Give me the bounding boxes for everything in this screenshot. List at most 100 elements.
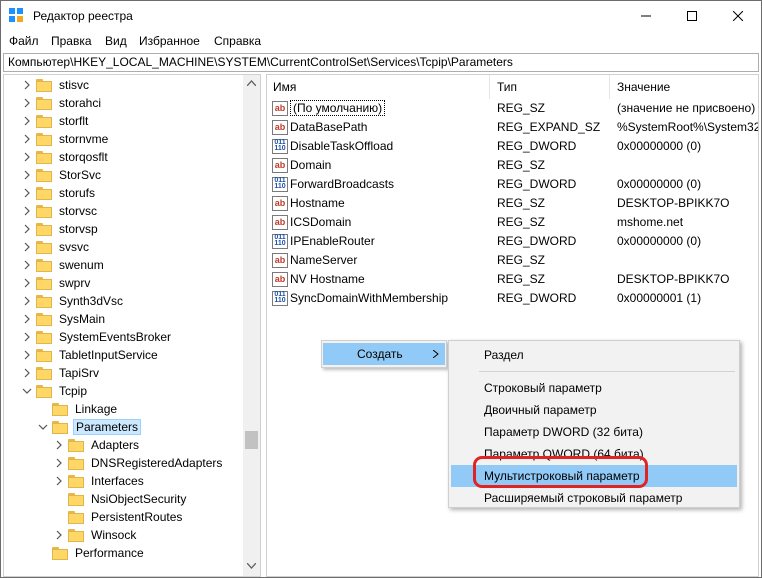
column-separator[interactable]: [609, 75, 610, 99]
scroll-up-arrow-icon[interactable]: [247, 80, 256, 86]
tree-item[interactable]: storvsc: [24, 202, 99, 220]
tree-item[interactable]: Synth3dVsc: [24, 292, 125, 310]
tree-item[interactable]: storufs: [24, 184, 97, 202]
maximize-button[interactable]: [669, 1, 715, 31]
chevron-right-icon[interactable]: [22, 134, 32, 144]
submenu-item[interactable]: Раздел: [451, 344, 737, 366]
tree-item[interactable]: TapiSrv: [24, 364, 101, 382]
tree-pane[interactable]: stisvc storahci storflt stornvme storqosflt S…: [3, 74, 261, 577]
tree-item-label: storufs: [59, 186, 96, 200]
tree-item[interactable]: swprv: [24, 274, 92, 292]
chevron-right-icon[interactable]: [22, 98, 32, 108]
tree-item[interactable]: SystemEventsBroker: [24, 328, 173, 346]
tree-item[interactable]: Performance: [52, 544, 146, 562]
context-menu-create[interactable]: Создать: [323, 343, 445, 365]
chevron-right-icon[interactable]: [22, 260, 32, 270]
tree-item[interactable]: swenum: [24, 256, 106, 274]
chevron-right-icon[interactable]: [22, 278, 32, 288]
menu-favorites[interactable]: Избранное: [139, 34, 200, 48]
chevron-right-icon[interactable]: [22, 296, 32, 306]
menu-view[interactable]: Вид: [105, 34, 127, 48]
chevron-right-icon[interactable]: [54, 530, 64, 540]
chevron-right-icon[interactable]: [22, 368, 32, 378]
chevron-right-icon[interactable]: [22, 314, 32, 324]
tree-item[interactable]: storflt: [24, 112, 90, 130]
tree-item[interactable]: Interfaces: [56, 472, 146, 490]
column-header-name[interactable]: Имя: [267, 75, 296, 99]
value-row[interactable]: 011 110 DisableTaskOffload REG_DWORD 0x0000…: [267, 137, 758, 156]
chevron-right-icon[interactable]: [54, 476, 64, 486]
value-row[interactable]: ab NameServer REG_SZ: [267, 251, 758, 270]
chevron-down-icon[interactable]: [38, 422, 48, 432]
tree-item[interactable]: stisvc: [24, 76, 91, 94]
chevron-right-icon[interactable]: [22, 188, 32, 198]
submenu-item[interactable]: Двоичный параметр: [451, 399, 737, 421]
tree-item[interactable]: Tcpip: [22, 382, 89, 400]
tree-item[interactable]: SysMain: [24, 310, 107, 328]
tree-item[interactable]: TabletInputService: [24, 346, 160, 364]
folder-icon: [68, 510, 84, 524]
tree-item[interactable]: svsvc: [24, 238, 91, 256]
value-row[interactable]: ab ICSDomain REG_SZ mshome.net: [267, 213, 758, 232]
value-row[interactable]: ab Domain REG_SZ: [267, 156, 758, 175]
tree-item[interactable]: storqosflt: [24, 148, 110, 166]
tree-vertical-scrollbar[interactable]: [243, 75, 260, 576]
value-row[interactable]: ab Hostname REG_SZ DESKTOP-BPIKK7O: [267, 194, 758, 213]
close-button[interactable]: [715, 1, 761, 31]
value-name-text: SyncDomainWithMembership: [290, 291, 449, 305]
chevron-right-icon[interactable]: [22, 350, 32, 360]
address-bar[interactable]: Компьютер\HKEY_LOCAL_MACHINE\SYSTEM\Curr…: [3, 53, 759, 72]
chevron-right-icon[interactable]: [22, 224, 32, 234]
menu-edit[interactable]: Правка: [51, 34, 92, 48]
tree-item[interactable]: Adapters: [56, 436, 141, 454]
value-data: 0x00000000 (0): [617, 234, 702, 248]
chevron-down-icon[interactable]: [22, 386, 32, 396]
value-type: REG_SZ: [497, 101, 546, 115]
value-row[interactable]: 011 110 SyncDomainWithMembership REG_DWORD…: [267, 289, 758, 308]
value-name-text: ICSDomain: [290, 215, 352, 229]
tree-item[interactable]: Winsock: [56, 526, 138, 544]
column-separator[interactable]: [489, 75, 490, 99]
tree-item[interactable]: StorSvc: [24, 166, 103, 184]
tree-item[interactable]: NsiObjectSecurity: [68, 490, 188, 508]
value-name-text: ForwardBroadcasts: [290, 177, 395, 191]
tree-item[interactable]: PersistentRoutes: [68, 508, 184, 526]
scroll-down-arrow-icon[interactable]: [247, 563, 256, 569]
menu-file[interactable]: Файл: [9, 34, 39, 48]
column-header-data[interactable]: Значение: [611, 75, 670, 99]
tree-item[interactable]: storahci: [24, 94, 103, 112]
value-data: 0x00000001 (1): [617, 291, 702, 305]
tree-item[interactable]: stornvme: [24, 130, 110, 148]
column-header-type[interactable]: Тип: [491, 75, 517, 99]
value-name: (По умолчанию): [290, 99, 488, 118]
chevron-right-icon[interactable]: [22, 242, 32, 252]
chevron-right-icon[interactable]: [22, 206, 32, 216]
tree-item[interactable]: DNSRegisteredAdapters: [56, 454, 224, 472]
chevron-right-icon[interactable]: [22, 80, 32, 90]
annotation-highlight-ring: [473, 456, 648, 488]
submenu-item[interactable]: Параметр DWORD (32 бита): [451, 421, 737, 443]
value-row[interactable]: 011 110 ForwardBroadcasts REG_DWORD 0x00000…: [267, 175, 758, 194]
chevron-right-icon[interactable]: [54, 440, 64, 450]
string-value-icon: ab: [272, 120, 288, 135]
chevron-right-icon[interactable]: [54, 458, 64, 468]
value-row[interactable]: ab DataBasePath REG_EXPAND_SZ %SystemRoot%\…: [267, 118, 758, 137]
chevron-right-icon[interactable]: [22, 170, 32, 180]
tree-item[interactable]: Parameters: [38, 418, 142, 436]
submenu-item[interactable]: Расширяемый строковый параметр: [451, 487, 737, 509]
value-row[interactable]: 011 110 IPEnableRouter REG_DWORD 0x00000000…: [267, 232, 758, 251]
value-row[interactable]: ab (По умолчанию) REG_SZ (значение не присв…: [267, 99, 758, 118]
chevron-right-icon[interactable]: [22, 152, 32, 162]
folder-icon: [68, 474, 84, 488]
menu-help[interactable]: Справка: [214, 34, 261, 48]
chevron-right-icon[interactable]: [22, 116, 32, 126]
chevron-right-icon[interactable]: [22, 332, 32, 342]
folder-icon: [68, 438, 84, 452]
tree-item[interactable]: storvsp: [24, 220, 100, 238]
value-row[interactable]: ab NV Hostname REG_SZ DESKTOP-BPIKK7O: [267, 270, 758, 289]
tree-scroll-thumb[interactable]: [245, 431, 258, 449]
tree-item[interactable]: Linkage: [52, 400, 119, 418]
tree-item-label: SysMain: [59, 312, 106, 326]
submenu-item[interactable]: Строковый параметр: [451, 377, 737, 399]
minimize-button[interactable]: [623, 1, 669, 31]
